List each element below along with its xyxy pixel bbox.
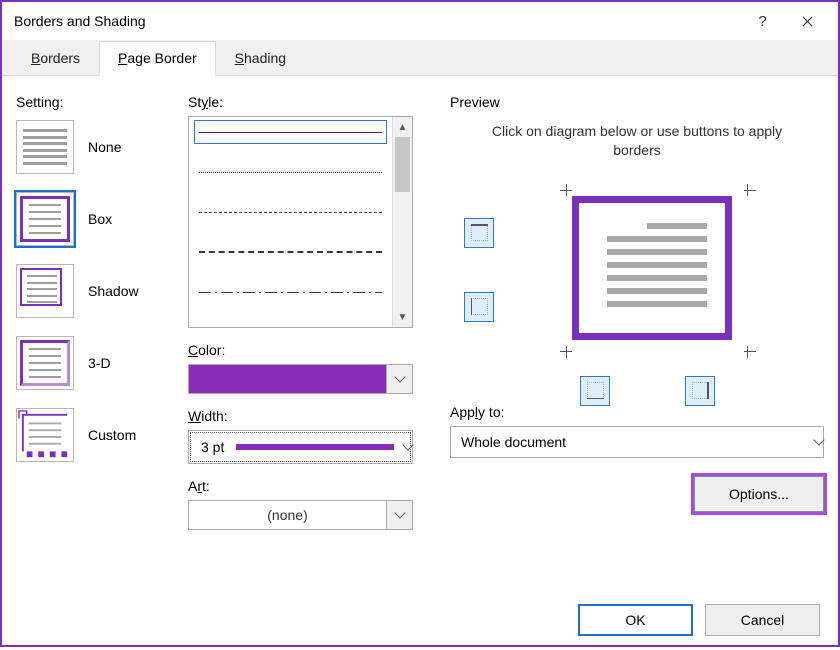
width-value: 3 pt: [189, 439, 236, 455]
style-dotted[interactable]: [195, 161, 386, 183]
setting-heading: Setting:: [16, 94, 166, 110]
style-scrollbar[interactable]: ▲ ▼: [392, 117, 412, 327]
color-heading: Color:: [188, 342, 428, 358]
scroll-down-icon[interactable]: ▼: [393, 307, 412, 327]
setting-custom[interactable]: Custom: [16, 408, 166, 462]
art-dropdown-button[interactable]: [386, 501, 412, 529]
preview-heading: Preview: [450, 94, 824, 110]
chevron-down-icon: [813, 434, 824, 445]
ok-button[interactable]: OK: [578, 604, 693, 636]
tab-shading[interactable]: Shading: [216, 41, 305, 76]
style-solid[interactable]: [195, 121, 386, 143]
border-left-button[interactable]: [464, 292, 494, 322]
style-heading: Style:: [188, 94, 428, 110]
style-list[interactable]: ▲ ▼: [188, 116, 413, 328]
chevron-down-icon: [402, 439, 413, 450]
tab-strip: Borders Page Border Shading: [2, 40, 838, 76]
preview-help-text: Click on diagram below or use buttons to…: [450, 116, 824, 174]
borders-and-shading-dialog: Borders and Shading ? Borders Page Borde…: [0, 0, 840, 647]
setting-custom-icon: [16, 408, 74, 462]
border-right-button[interactable]: [685, 376, 715, 406]
apply-to-heading: Apply to:: [450, 404, 824, 420]
setting-box-icon: [16, 192, 74, 246]
preview-corner-bl: [558, 342, 574, 358]
dialog-title: Borders and Shading: [14, 13, 146, 29]
setting-shadow[interactable]: Shadow: [16, 264, 166, 318]
setting-3d-icon: [16, 336, 74, 390]
style-dash-dot[interactable]: [195, 281, 386, 303]
color-swatch: [189, 365, 386, 393]
preview-column: Preview Click on diagram below or use bu…: [450, 94, 824, 590]
tab-page-border[interactable]: Page Border: [99, 41, 216, 76]
apply-to-dropdown-button[interactable]: [815, 440, 823, 444]
options-button[interactable]: Options...: [694, 476, 824, 512]
tab-borders[interactable]: Borders: [12, 41, 99, 76]
setting-none-icon: [16, 120, 74, 174]
setting-box[interactable]: Box: [16, 192, 166, 246]
art-combo[interactable]: (none): [188, 500, 413, 530]
scroll-up-icon[interactable]: ▲: [393, 117, 412, 137]
preview-area: [450, 174, 824, 404]
setting-3d[interactable]: 3-D: [16, 336, 166, 390]
style-column: Style: ▲ ▼ Color:: [188, 94, 428, 590]
close-icon: [802, 16, 813, 27]
border-bottom-button[interactable]: [580, 376, 610, 406]
style-dashed[interactable]: [195, 241, 386, 263]
title-bar: Borders and Shading ?: [2, 2, 838, 40]
preview-corner-br: [738, 342, 754, 358]
border-top-button[interactable]: [464, 218, 494, 248]
setting-none[interactable]: None: [16, 120, 166, 174]
chevron-down-icon: [394, 371, 405, 382]
color-dropdown-button[interactable]: [386, 365, 412, 393]
width-dropdown-button[interactable]: [404, 445, 412, 449]
width-heading: Width:: [188, 408, 428, 424]
art-value: (none): [189, 507, 386, 523]
preview-corner-tr: [738, 182, 754, 198]
style-dashed-fine[interactable]: [195, 201, 386, 223]
dialog-footer: OK Cancel: [2, 596, 838, 650]
help-button[interactable]: ?: [740, 5, 785, 37]
setting-shadow-icon: [16, 264, 74, 318]
color-combo[interactable]: [188, 364, 413, 394]
apply-to-value: Whole document: [451, 434, 815, 450]
cancel-button[interactable]: Cancel: [705, 604, 820, 636]
apply-to-combo[interactable]: Whole document: [450, 426, 824, 458]
preview-page[interactable]: [572, 196, 732, 340]
scroll-thumb[interactable]: [395, 137, 410, 192]
close-button[interactable]: [785, 5, 830, 37]
art-heading: Art:: [188, 478, 428, 494]
setting-column: Setting: None Box: [16, 94, 166, 590]
chevron-down-icon: [394, 507, 405, 518]
width-preview-bar: [236, 444, 394, 450]
width-combo[interactable]: 3 pt: [188, 430, 413, 464]
